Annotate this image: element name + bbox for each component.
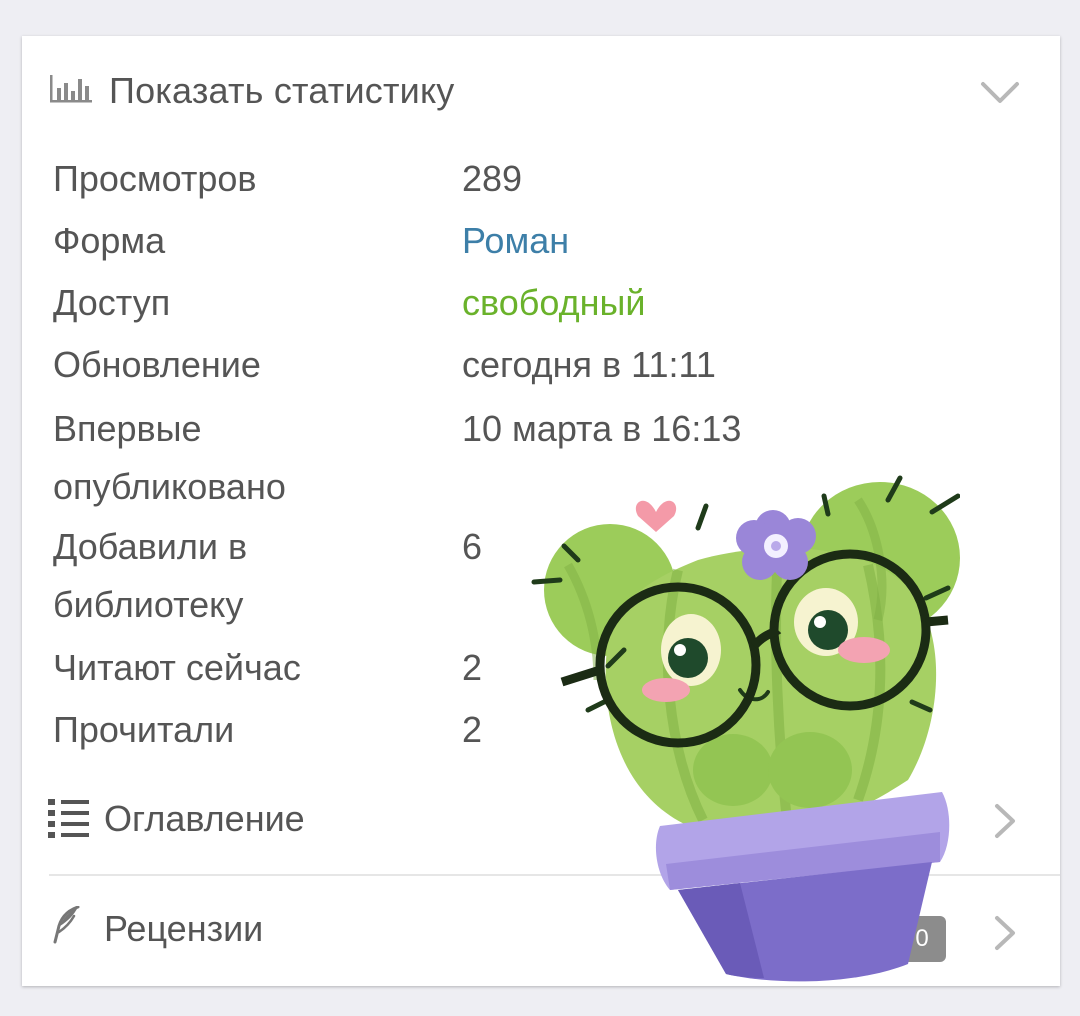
stat-value-reading-now: 2	[462, 647, 483, 688]
stat-label-read: Прочитали	[53, 709, 235, 750]
stats-title: Показать статистику	[109, 70, 455, 111]
bar-chart-icon	[50, 75, 92, 103]
stat-value-added-to-library: 6	[462, 526, 483, 567]
reviews-label: Рецензии	[104, 908, 264, 949]
stat-label-updated: Обновление	[53, 344, 261, 385]
chevron-right-icon	[995, 804, 1015, 838]
stat-label-views: Просмотров	[53, 158, 257, 199]
feather-icon	[53, 906, 80, 944]
heart-icon	[635, 500, 677, 532]
chevron-down-icon[interactable]	[980, 80, 1020, 106]
show-stats-toggle[interactable]: Показать статистику	[22, 36, 1060, 144]
stat-value-first-published: 10 марта в 16:13	[462, 408, 742, 449]
stat-label-first-published: Впервые опубликовано	[53, 408, 286, 507]
stat-value-updated: сегодня в 11:11	[462, 344, 716, 385]
stat-value-views: 289	[462, 158, 523, 199]
stat-label-form: Форма	[53, 220, 166, 261]
stat-value-read: 2	[462, 709, 483, 750]
chevron-right-icon	[995, 916, 1015, 950]
stat-label-reading-now: Читают сейчас	[53, 647, 301, 688]
list-icon	[48, 799, 89, 838]
contents-label: Оглавление	[104, 798, 305, 839]
stat-label-access: Доступ	[53, 282, 171, 323]
stat-label-added-to-library: Добавили в библиотеку	[53, 526, 248, 625]
stat-value-form-link[interactable]: Роман	[462, 212, 569, 270]
stat-value-access: свободный	[462, 282, 646, 323]
cactus-sticker	[531, 475, 960, 982]
